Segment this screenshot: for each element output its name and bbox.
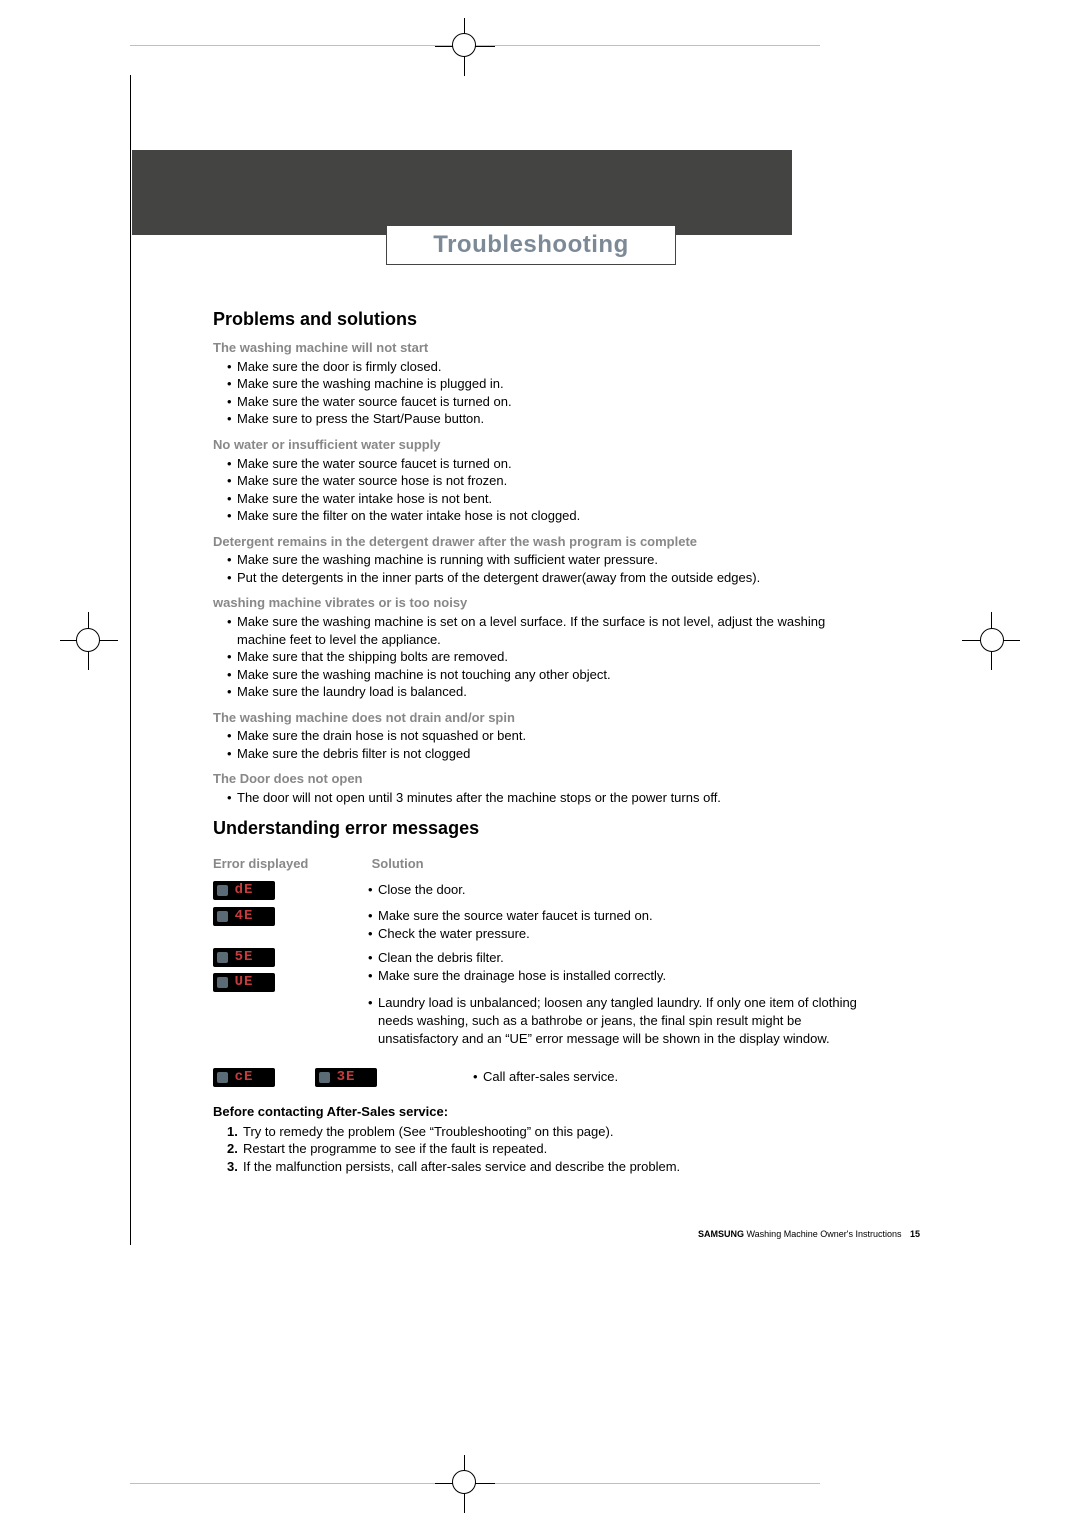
problem-item: Make sure the washing machine is running… (227, 551, 873, 569)
error-code-badge: 5E (213, 948, 275, 967)
error-code-badge: UE (213, 973, 275, 992)
problem-item: Make sure to press the Start/Pause butto… (227, 410, 873, 428)
error-solution: Make sure the drainage hose is installed… (368, 967, 873, 985)
section-heading-errors: Understanding error messages (213, 816, 873, 840)
crop-mark-bottom (0, 1443, 1080, 1528)
footer-brand: SAMSUNG (698, 1229, 744, 1239)
before-step: 2. Restart the programme to see if the f… (227, 1140, 873, 1158)
problem-item: Make sure the debris filter is not clogg… (227, 745, 873, 763)
error-code-badge: 4E (213, 907, 275, 926)
error-solution: Call after-sales service. (473, 1068, 873, 1086)
problem-heading: No water or insufficient water supply (213, 436, 873, 454)
error-solution: Check the water pressure. (368, 925, 873, 943)
problem-item: Make sure the washing machine is set on … (227, 613, 873, 648)
problem-heading: washing machine vibrates or is too noisy (213, 594, 873, 612)
error-col-header: Error displayed (213, 855, 368, 873)
problem-heading: The washing machine will not start (213, 339, 873, 357)
before-step: 3. If the malfunction persists, call aft… (227, 1158, 873, 1176)
problem-item: Make sure the washing machine is plugged… (227, 375, 873, 393)
page-frame: Troubleshooting Problems and solutions T… (130, 75, 950, 1245)
problem-item: Make sure the door is firmly closed. (227, 358, 873, 376)
error-solution: Laundry load is unbalanced; loosen any t… (368, 994, 873, 1047)
problem-item: Make sure the washing machine is not tou… (227, 666, 873, 684)
header-band (132, 150, 792, 235)
solution-col-header: Solution (372, 855, 424, 873)
problem-item: Make sure the water source faucet is tur… (227, 393, 873, 411)
error-code-badge: 3E (315, 1068, 377, 1087)
error-solution: Clean the debris filter. (368, 949, 873, 967)
problem-item: Make sure the filter on the water intake… (227, 507, 873, 525)
error-solution: Make sure the source water faucet is tur… (368, 907, 873, 925)
problem-item: Make sure the drain hose is not squashed… (227, 727, 873, 745)
problem-item: Make sure the water intake hose is not b… (227, 490, 873, 508)
error-code-badge: cE (213, 1068, 275, 1087)
problem-heading: The Door does not open (213, 770, 873, 788)
before-step: 1. Try to remedy the problem (See “Troub… (227, 1123, 873, 1141)
problem-item: The door will not open until 3 minutes a… (227, 789, 873, 807)
problem-heading: Detergent remains in the detergent drawe… (213, 533, 873, 551)
problem-item: Make sure the laundry load is balanced. (227, 683, 873, 701)
page-footer: SAMSUNG Washing Machine Owner's Instruct… (698, 1229, 920, 1239)
problem-heading: The washing machine does not drain and/o… (213, 709, 873, 727)
before-contact-heading: Before contacting After-Sales service: (213, 1103, 873, 1121)
crop-mark-top (0, 0, 1080, 75)
section-heading-problems: Problems and solutions (213, 307, 873, 331)
problem-item: Make sure the water source hose is not f… (227, 472, 873, 490)
footer-text: Washing Machine Owner's Instructions (747, 1229, 902, 1239)
problem-item: Put the detergents in the inner parts of… (227, 569, 873, 587)
problem-item: Make sure that the shipping bolts are re… (227, 648, 873, 666)
chapter-title-text: Troubleshooting (433, 231, 628, 259)
footer-page: 15 (910, 1229, 920, 1239)
problem-item: Make sure the water source faucet is tur… (227, 455, 873, 473)
error-code-badge: dE (213, 881, 275, 900)
chapter-title: Troubleshooting (386, 225, 676, 265)
error-solution: Close the door. (368, 881, 873, 899)
